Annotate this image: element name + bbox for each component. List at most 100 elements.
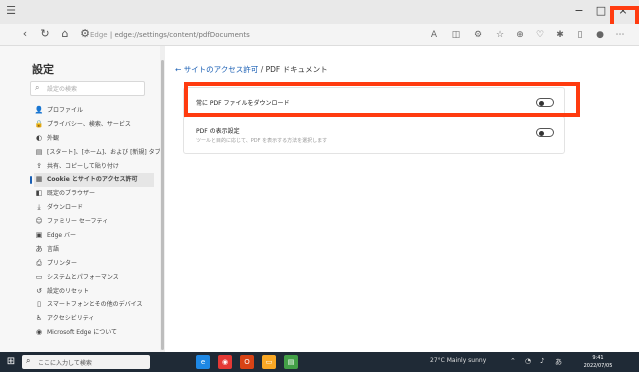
setting-description: ツールと目的に応じて、PDF を表示する方法を選択します: [196, 138, 328, 144]
lock-icon: 🔒: [34, 119, 44, 128]
sidebar-item[interactable]: あ言語: [34, 243, 154, 257]
start-page-icon: ▤: [35, 147, 43, 156]
back-arrow-icon[interactable]: ←: [175, 65, 181, 74]
refresh-icon[interactable]: ↻: [38, 27, 52, 41]
pdf-view-toggle[interactable]: [536, 128, 554, 137]
page-title: PDF ドキュメント: [265, 65, 328, 74]
sidebar-toggle-icon[interactable]: ▯: [574, 28, 586, 42]
accessibility-icon: ♿: [35, 314, 43, 323]
clock[interactable]: 9:41 2022/07/05: [580, 354, 616, 370]
sidebar-title: 設定: [32, 63, 54, 76]
profile-icon: 👤: [34, 106, 44, 114]
sidebar-item[interactable]: ▤ [スタート]、[ホーム]、および [新規] タブ: [34, 146, 161, 160]
extensions-icon[interactable]: ⚙: [472, 28, 484, 42]
translate-icon[interactable]: ◫: [450, 28, 462, 42]
sidebar-item-label: Cookie とサイトのアクセス許可: [47, 176, 138, 184]
favorite-star-icon[interactable]: ☆: [494, 28, 506, 42]
sidebar-item-label: スマートフォンとその他のデバイス: [47, 301, 143, 309]
clock-time: 9:41: [592, 355, 604, 361]
sidebar-item-label: Edge バー: [47, 232, 77, 240]
start-button[interactable]: ⊞: [4, 355, 18, 369]
sidebar-item-label: システムとパフォーマンス: [47, 273, 119, 281]
sidebar-item[interactable]: ⎙ プリンター: [34, 257, 154, 271]
printer-icon: ⎙: [36, 258, 42, 267]
sidebar-item[interactable]: ↺ 設定のリセット: [34, 285, 154, 299]
sidebar-item[interactable]: 🔒 プライバシー、検索、サービス: [34, 118, 154, 132]
breadcrumb: ← サイトのアクセス許可 / PDF ドキュメント: [175, 64, 328, 75]
collections-icon[interactable]: ⊕: [514, 28, 526, 42]
sidebar-item[interactable]: ☺ ファミリー セーフティ: [34, 215, 154, 229]
phone-icon: ▯: [37, 300, 41, 309]
search-placeholder: 設定の検索: [47, 86, 78, 93]
reset-icon: ↺: [36, 286, 42, 295]
sidebar-item[interactable]: ◉ Microsoft Edge について: [34, 326, 154, 340]
sidebar-item[interactable]: ▭ システムとパフォーマンス: [34, 271, 154, 285]
edge-app-icon[interactable]: e: [196, 355, 210, 369]
sidebar-item-label: 設定のリセット: [47, 287, 90, 295]
url-text: edge://settings/content/pdfDocuments: [114, 31, 250, 39]
read-aloud-icon[interactable]: A: [428, 28, 440, 42]
setting-label: PDF の表示設定: [196, 128, 240, 135]
weather-widget[interactable]: 27°C Mainly sunny: [430, 357, 486, 364]
appearance-icon: ◐: [35, 133, 43, 142]
taskbar-search-placeholder: ここに入力して検索: [38, 360, 92, 367]
sidebar-item[interactable]: ◧ 既定のブラウザー: [34, 187, 154, 201]
always-download-highlight: [184, 82, 580, 117]
sidebar-item-label: プリンター: [47, 259, 78, 267]
sidebar-item-label: Microsoft Edge について: [47, 329, 118, 337]
sidebar-item-label: プライバシー、検索、サービス: [47, 120, 131, 128]
puzzle-icon[interactable]: ✱: [554, 28, 566, 42]
window-menu-icon[interactable]: ☰: [4, 4, 18, 18]
minimize-button[interactable]: −: [570, 3, 588, 19]
sidebar-scrollbar-thumb[interactable]: [161, 60, 164, 350]
address-bar: ‹ ↻ ⌂ ⚙ Edge | edge://settings/content/p…: [0, 24, 639, 46]
back-arrow-icon[interactable]: ‹: [18, 27, 32, 41]
sidebar-item[interactable]: ♿ アクセシビリティ: [34, 312, 154, 326]
sidebar-item-label: 外観: [47, 134, 60, 142]
sidebar-item[interactable]: ▦ Cookie とサイトのアクセス許可: [30, 173, 154, 188]
browser-essentials-icon[interactable]: ♡: [534, 28, 546, 42]
system-icon: ▭: [35, 272, 43, 281]
taskbar-search-input[interactable]: ⌕ ここに入力して検索: [22, 355, 150, 369]
sidebar-item-label: アクセシビリティ: [47, 315, 95, 323]
sidebar-nav-list: 👤 プロファイル 🔒 プライバシー、検索、サービス ◐ 外観 ▤ [スタート]、[ホーム]、お…: [30, 104, 161, 340]
maximize-button[interactable]: □: [592, 3, 610, 19]
sidebar-item[interactable]: ⤓ ダウンロード: [34, 201, 154, 215]
volume-icon[interactable]: ♪: [540, 357, 544, 365]
sidebar-item[interactable]: ▯ スマートフォンとその他のデバイス: [34, 298, 154, 312]
home-icon[interactable]: ⌂: [58, 27, 72, 41]
search-icon: ⌕: [26, 356, 31, 365]
edge-logo-icon: ◉: [35, 328, 43, 337]
chrome-app-icon[interactable]: ◉: [218, 355, 232, 369]
download-icon: ⤓: [37, 203, 41, 212]
breadcrumb-parent-link[interactable]: サイトのアクセス許可: [184, 65, 259, 74]
settings-search-input[interactable]: ⌕ 設定の検索: [30, 81, 145, 96]
sidebar-item[interactable]: ⇪ 共有、コピーして貼り付け: [34, 160, 154, 174]
sidebar-item[interactable]: ▣ Edge バー: [34, 229, 154, 243]
search-icon: ⌕: [35, 83, 40, 92]
edge-bar-icon: ▣: [35, 231, 43, 240]
share-icon: ⇪: [36, 161, 42, 170]
languages-icon: あ: [35, 244, 43, 253]
sidebar-item-label: [スタート]、[ホーム]、および [新規] タブ: [47, 148, 161, 156]
toggle-knob: [539, 130, 544, 136]
url-field[interactable]: Edge | edge://settings/content/pdfDocume…: [90, 28, 250, 42]
taskbar: ⊞ ⌕ ここに入力して検索 e ◉ O ▭ ▤ 27°C Mainly sunny ⌃ …: [0, 352, 639, 372]
system-tray-icon[interactable]: ⌃: [510, 357, 516, 365]
default-browser-icon: ◧: [35, 189, 43, 198]
network-icon[interactable]: ◔: [525, 357, 531, 365]
office-app-icon[interactable]: O: [240, 355, 254, 369]
settings-sidebar: 設定 ⌕ 設定の検索 👤 プロファイル 🔒 プライバシー、検索、サービス ◐ 外観 ▤ [スタ…: [0, 46, 161, 352]
setting-row-pdf-view: PDF の表示設定 ツールと目的に応じて、PDF を表示する方法を選択します: [183, 116, 565, 154]
sidebar-item-label: 既定のブラウザー: [47, 190, 96, 198]
more-menu-icon[interactable]: ⋯: [614, 28, 626, 42]
cookie-site-permissions-icon: ▦: [35, 175, 43, 184]
ime-icon[interactable]: あ: [555, 357, 562, 367]
profile-avatar-icon[interactable]: ●: [594, 28, 606, 42]
sidebar-item[interactable]: ◐ 外観: [34, 132, 154, 146]
sidebar-item[interactable]: 👤 プロファイル: [34, 104, 154, 118]
store-app-icon[interactable]: ▤: [284, 355, 298, 369]
file-explorer-icon[interactable]: ▭: [262, 355, 276, 369]
sidebar-item-label: 共有、コピーして貼り付け: [47, 162, 119, 170]
url-scheme: Edge: [90, 31, 108, 39]
